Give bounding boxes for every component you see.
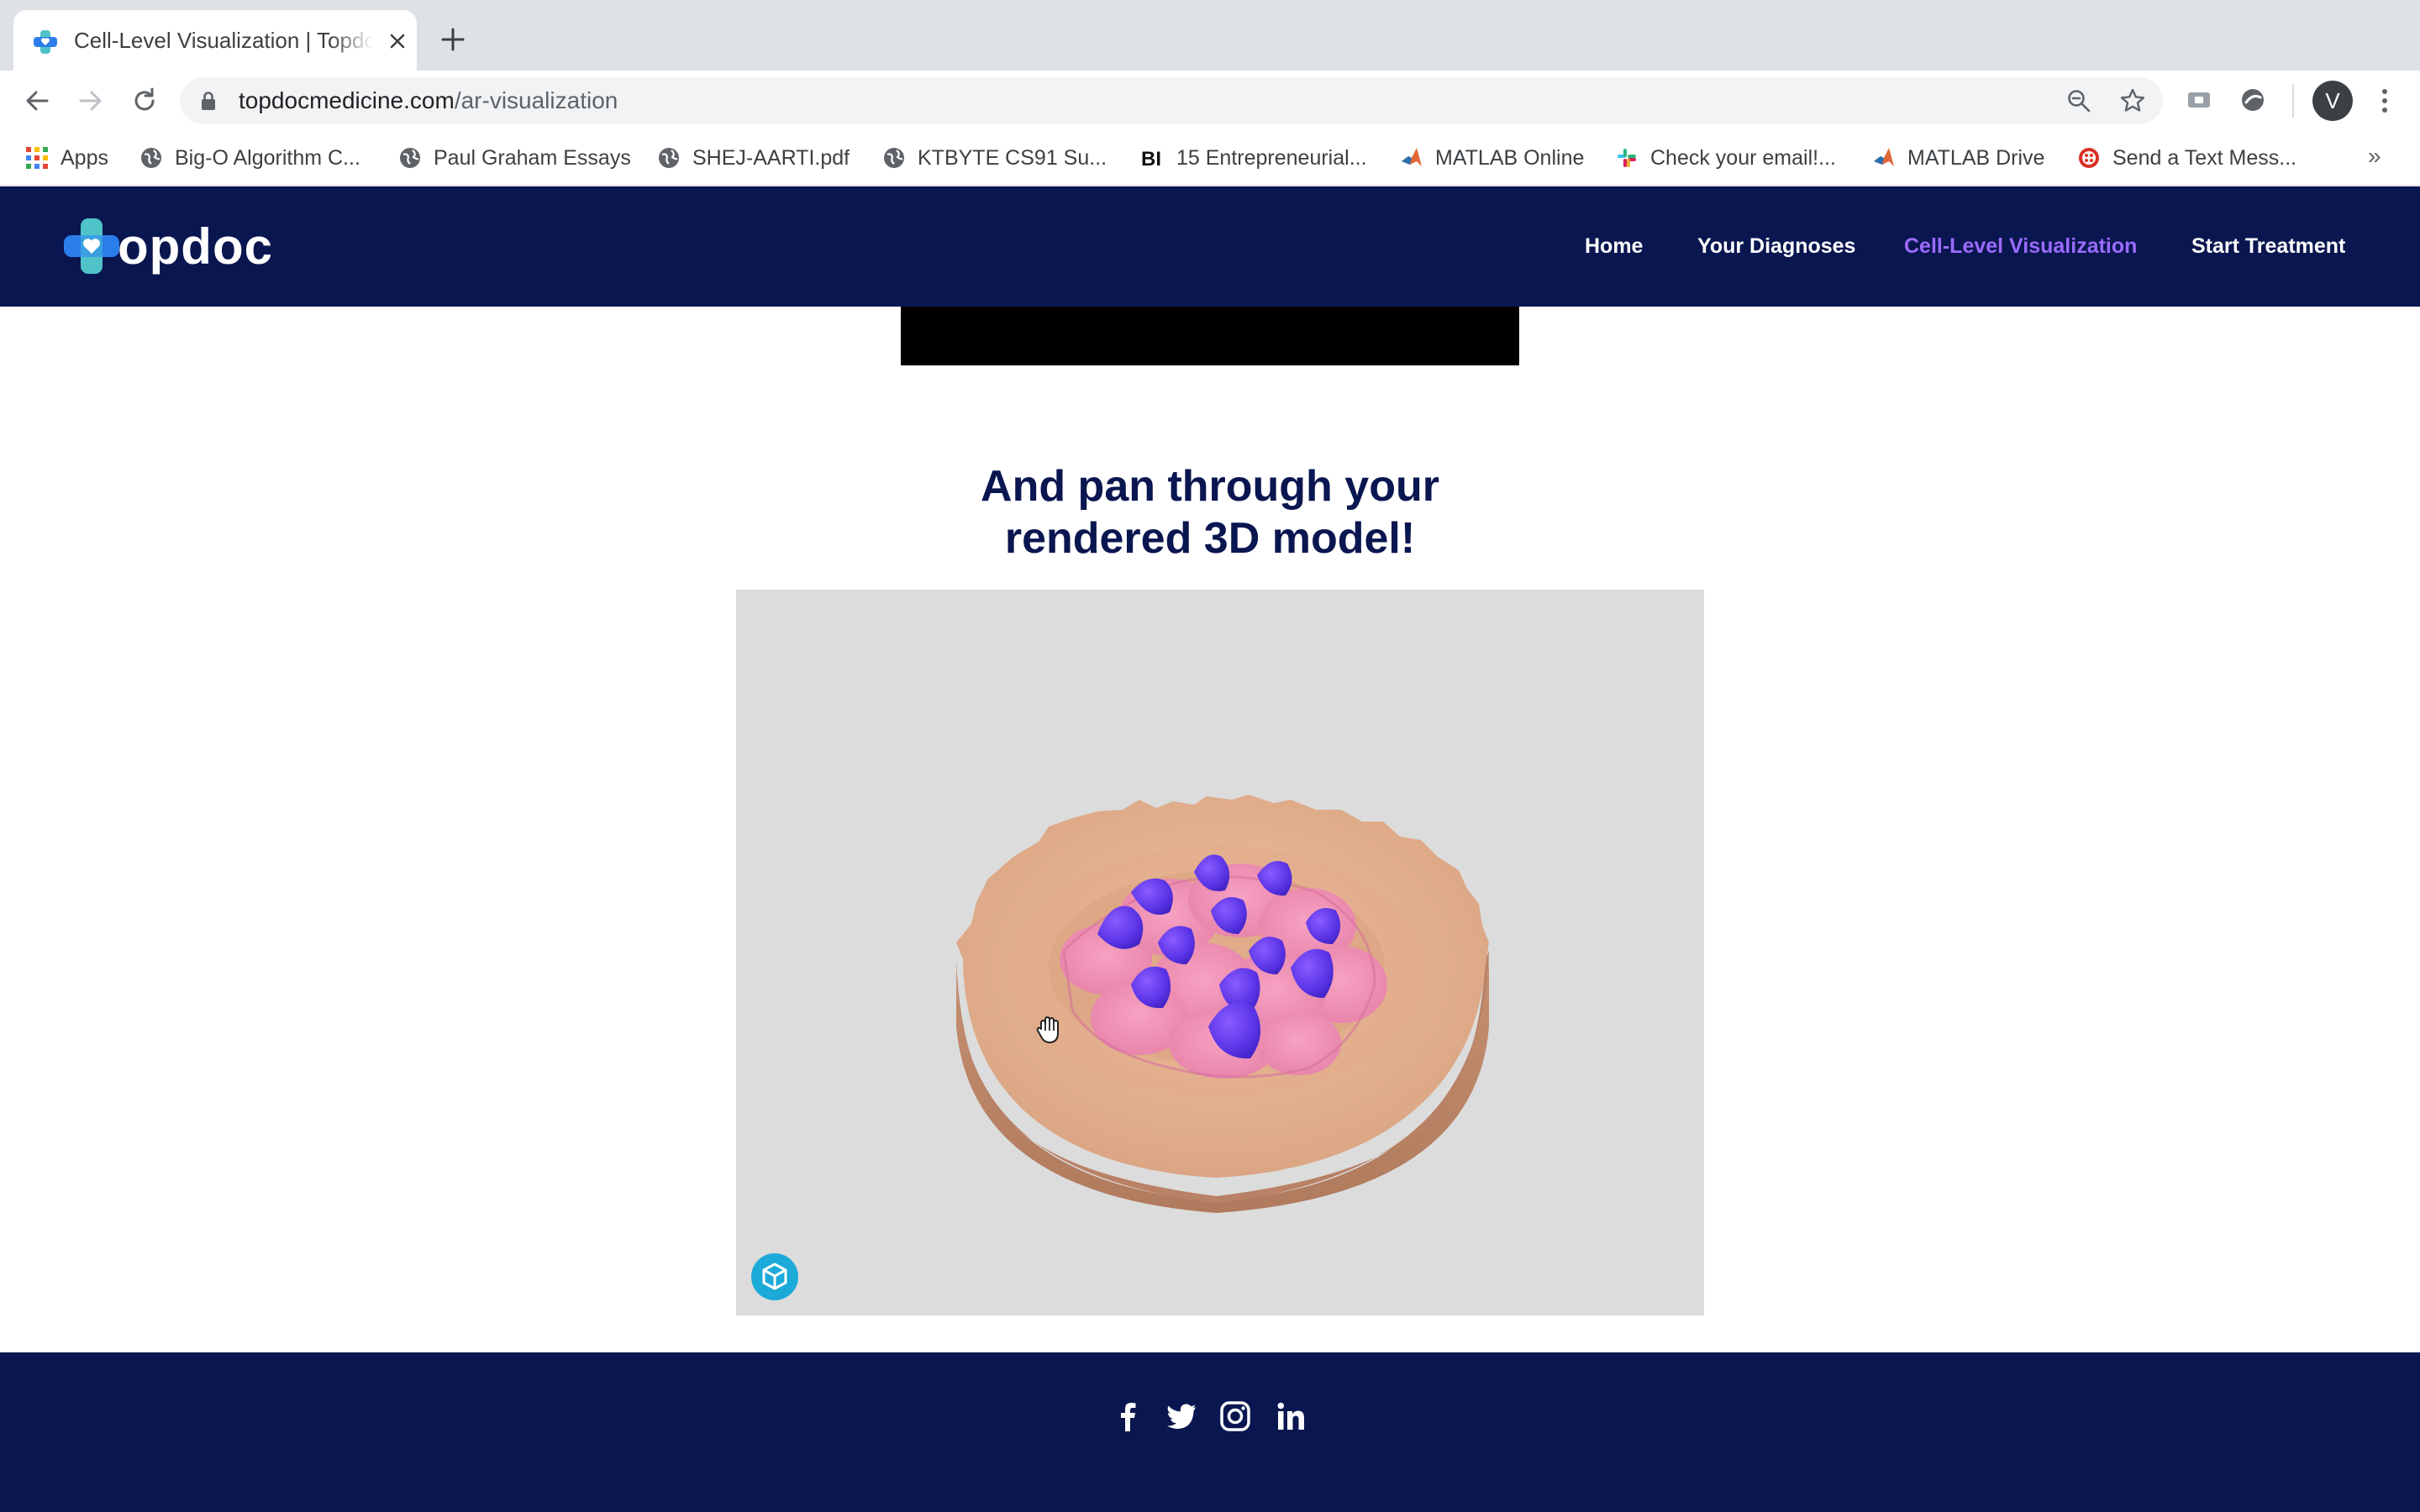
zoom-magnifier-icon[interactable] [2065,87,2092,114]
textmessage-icon [2079,148,2099,168]
section-title: And pan through your rendered 3D model! [874,460,1546,564]
bookmarks-overflow-chevron-icon[interactable]: » [2368,143,2381,170]
nav-home[interactable]: Home [1585,186,1643,307]
linkedin-icon[interactable] [1274,1399,1307,1433]
address-bar[interactable]: topdocmedicine.com/ar-visualization [180,77,2163,124]
section-title-line-1: And pan through your [981,462,1439,511]
extension-circle-icon[interactable] [2238,86,2267,114]
lock-icon [202,92,215,110]
globe-icon [141,148,161,168]
nav-your-diagnoses[interactable]: Your Diagnoses [1697,186,1855,307]
3d-model-viewer[interactable] [736,590,1704,1315]
cast-extension-icon[interactable] [2185,86,2213,114]
sketchfab-icon[interactable] [751,1253,798,1300]
forward-arrow-icon[interactable] [76,86,106,116]
url-path: /ar-visualization [454,87,618,113]
bookmark-label: KTBYTE CS91 Su... [918,146,1107,170]
tab-title: Cell-Level Visualization | Topdoc [74,10,373,71]
bookmark-label: 15 Entrepreneurial... [1176,146,1367,170]
cell-tissue-3d-model[interactable] [736,590,1704,1315]
nav-start-treatment[interactable]: Start Treatment [2191,186,2345,307]
grab-hand-icon [1036,1016,1059,1043]
matlab-icon [1402,148,1422,166]
back-arrow-icon[interactable] [22,86,52,116]
reload-icon[interactable] [129,86,160,116]
topdoc-favicon-icon [34,30,57,54]
nav-cell-level-visualization[interactable]: Cell-Level Visualization [1904,186,2137,307]
video-embed-bottom[interactable] [901,307,1519,365]
bi-icon: BI [1141,148,1161,170]
twitter-icon[interactable] [1165,1399,1198,1433]
bookmark-label: MATLAB Drive [1907,146,2045,170]
url-text[interactable]: topdocmedicine.com/ar-visualization [239,77,618,124]
topdoc-logo[interactable]: opdoc [62,215,281,279]
svg-text:BI: BI [1141,148,1161,170]
logo-wordmark: opdoc [118,218,273,275]
new-tab-plus-icon[interactable] [439,25,467,54]
browser-toolbar: topdocmedicine.com/ar-visualization [0,71,2420,131]
section-title-line-2: rendered 3D model! [1004,514,1416,563]
slack-icon [1618,149,1636,167]
browser-menu-icon[interactable] [2370,86,2400,116]
bookmark-label: Paul Graham Essays [434,146,631,170]
matlab-icon [1874,148,1894,166]
bookmark-label: Send a Text Mess... [2112,146,2297,170]
close-tab-icon[interactable] [385,29,410,54]
bookmark-star-icon[interactable] [2119,87,2146,114]
browser-tab[interactable]: Cell-Level Visualization | Topdoc [13,10,417,71]
globe-icon [659,148,679,168]
topdoc-cross-logo-icon [64,218,119,274]
browser-tabstrip: Cell-Level Visualization | Topdoc [0,0,2420,71]
globe-icon [400,148,420,168]
globe-icon [884,148,904,168]
toolbar-separator [2292,84,2294,118]
bookmark-label: Big-O Algorithm C... [175,146,360,170]
bookmark-label: Apps [60,146,108,170]
facebook-icon[interactable] [1111,1399,1144,1433]
bookmarks-bar: Apps Big-O Algorithm C... Paul Graham Es… [0,131,2420,186]
site-header: opdoc Home Your Diagnoses Cell-Level Vis… [0,186,2420,307]
bookmark-label: MATLAB Online [1435,146,1585,170]
bookmark-label: Check your email!... [1650,146,1836,170]
bookmark-label: SHEJ-AARTI.pdf [692,146,850,170]
sketchfab-cube-icon [762,1263,787,1290]
instagram-icon[interactable] [1218,1399,1252,1433]
url-domain: topdocmedicine.com [239,87,455,113]
site-footer [0,1352,2420,1512]
profile-avatar[interactable]: V [2312,81,2353,121]
apps-grid-icon [26,147,48,169]
